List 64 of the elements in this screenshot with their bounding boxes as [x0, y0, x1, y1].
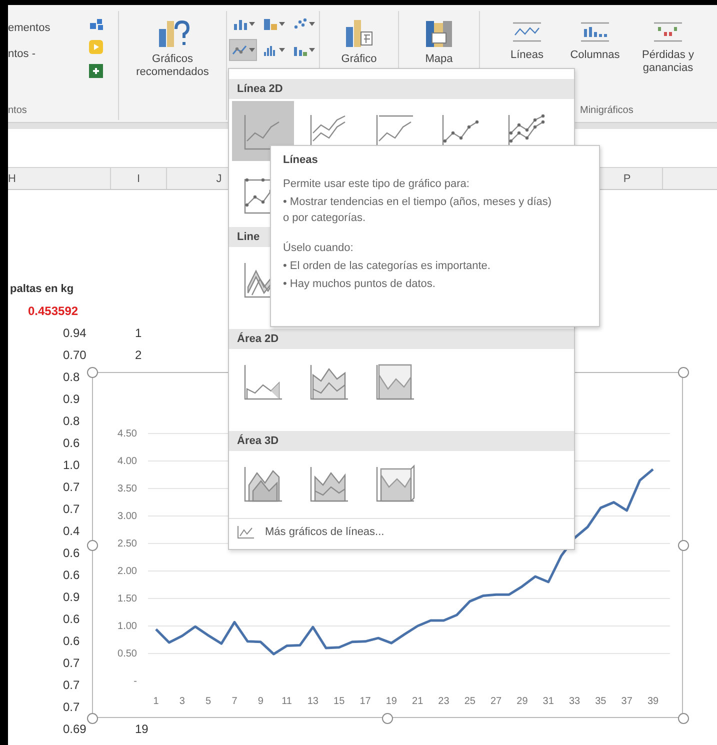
table-cell: 0.6 [63, 568, 80, 582]
tooltip-title: Líneas [283, 154, 319, 166]
axis-label: 23 [438, 696, 450, 707]
axis-label: 21 [412, 696, 424, 707]
axis-label: 3.50 [118, 484, 137, 494]
table-cell: 0.6 [63, 612, 80, 626]
axis-label: 27 [490, 696, 502, 707]
table-cell: 0.6 [63, 634, 80, 648]
axis-label: 31 [542, 696, 554, 707]
table-cell: 0.4 [63, 524, 80, 538]
axis-label: 17 [360, 696, 371, 707]
table-cell: 0.94 [63, 326, 86, 340]
table-cell: 0.7 [63, 502, 80, 516]
axis-label: - [134, 676, 137, 687]
axis-label: 1.50 [118, 594, 137, 604]
axis-label: 19 [386, 696, 397, 707]
section-header: Línea 2D [229, 79, 574, 99]
table-cell: 0.8 [63, 414, 80, 428]
tooltip-text: • Mostrar tendencias en el tiempo (años, meses y días) o por categorías. [283, 195, 553, 226]
table-cell: 2 [135, 348, 142, 362]
table-cell: 0.70 [63, 348, 86, 362]
tooltip-text: • El orden de las categorías es importante. [283, 259, 492, 274]
table-cell-text: 0.453592 [27, 304, 78, 318]
section-header: Área 2D [229, 329, 574, 349]
axis-label: 2.00 [118, 566, 137, 577]
axis-label: 4.00 [118, 456, 137, 467]
axis-label: 29 [516, 696, 528, 707]
axis-label: 35 [595, 696, 606, 707]
axis-label: 2.50 [118, 538, 137, 550]
table-cell: 0.7 [63, 700, 80, 714]
axis-label: 5 [206, 696, 212, 707]
table-cell: 0.69 [63, 722, 86, 736]
table-cell: 0.8 [63, 370, 80, 384]
table-cell: 1 [135, 326, 142, 340]
table-cell: 0.6 [63, 436, 80, 450]
axis-label: 33 [568, 696, 580, 707]
table-cell: 0.7 [63, 656, 80, 670]
table-cell: 0.7 [63, 678, 80, 692]
group-label: ntos [8, 104, 28, 118]
axis-label: 1.00 [118, 621, 137, 632]
table-cell: 0.6 [63, 546, 80, 560]
axis-label: 1 [153, 696, 159, 707]
axis-label: 3.00 [118, 511, 137, 522]
table-cell: 1.0 [63, 458, 80, 472]
axis-label: 11 [282, 696, 292, 707]
axis-label: 0.50 [118, 648, 137, 660]
table-cell: 19 [135, 722, 148, 736]
tooltip-text: Permite usar este tipo de gráfico para: [283, 177, 470, 192]
table-cell: 0.7 [63, 480, 80, 494]
table-cell-text: paltas en kg [9, 283, 74, 295]
axis-label: 3 [179, 696, 185, 707]
table-cell: 0.9 [63, 590, 80, 604]
axis-label: 37 [621, 696, 632, 707]
axis-label: 13 [307, 696, 318, 707]
group-label: Minigráficos [579, 104, 634, 118]
table-cell: 0.9 [63, 392, 80, 406]
tooltip-text: • Hay muchos puntos de datos. [283, 277, 436, 292]
section-header: Área 3D [229, 431, 574, 451]
axis-label: 25 [464, 696, 476, 707]
axis-label: 7 [232, 696, 238, 707]
axis-label: 4.50 [118, 428, 137, 440]
axis-label: 39 [647, 696, 659, 707]
axis-label: 15 [334, 696, 345, 707]
axis-label: 9 [258, 696, 264, 707]
